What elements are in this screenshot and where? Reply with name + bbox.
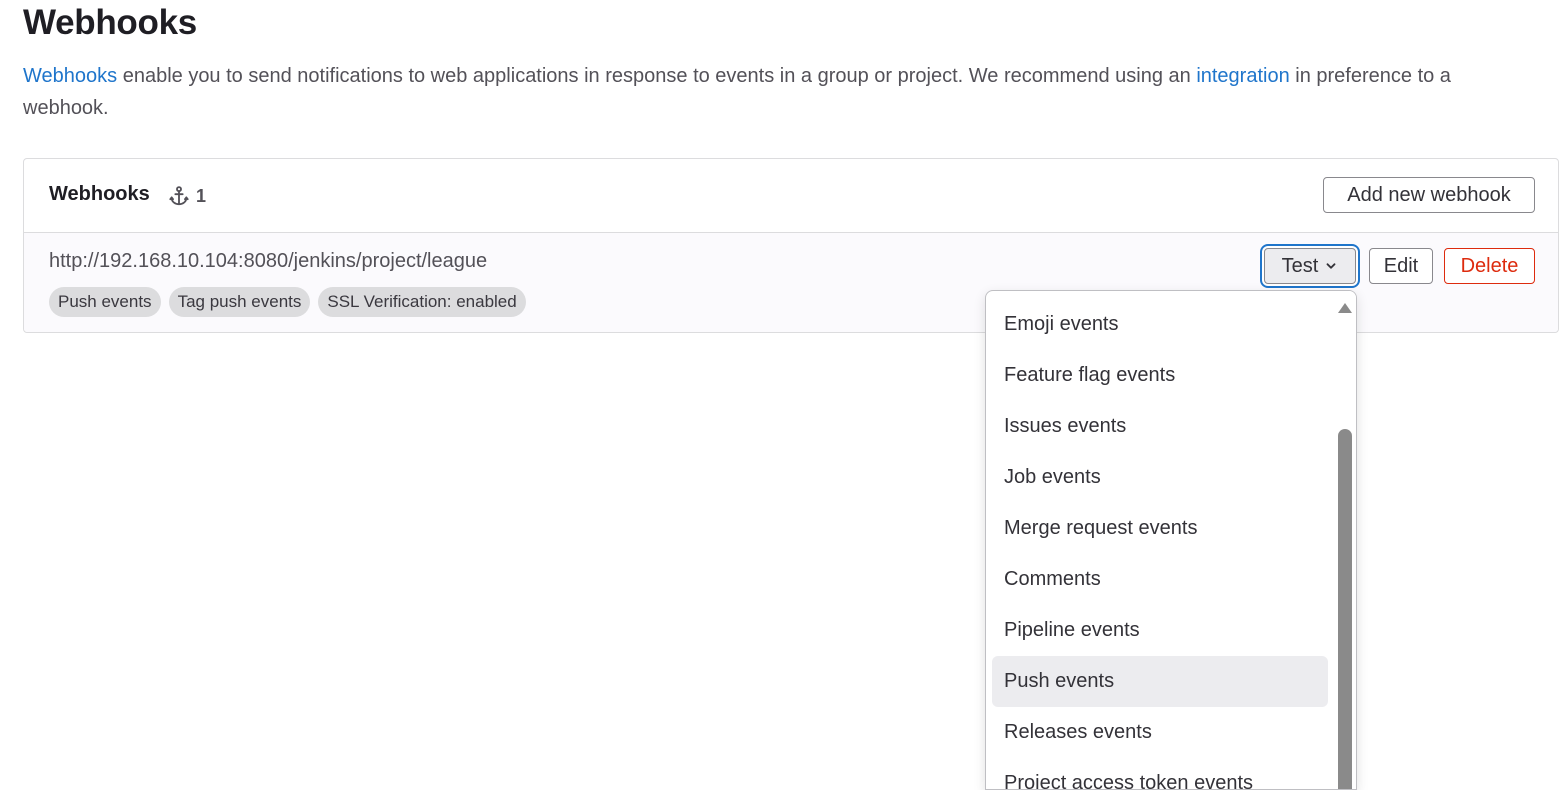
webhooks-count: 1: [168, 185, 206, 207]
test-events-dropdown: Emoji events Feature flag events Issues …: [985, 290, 1357, 790]
add-new-webhook-button[interactable]: Add new webhook: [1323, 177, 1535, 213]
tag-push-events-badge: Tag push events: [168, 287, 311, 317]
dropdown-item-job-events[interactable]: Job events: [992, 452, 1328, 503]
dropdown-item-project-access-token-events[interactable]: Project access token events: [992, 758, 1328, 789]
chevron-down-icon: [1326, 263, 1336, 269]
edit-webhook-button[interactable]: Edit: [1369, 248, 1433, 284]
page-title: Webhooks: [23, 3, 197, 42]
dropdown-item-push-events[interactable]: Push events: [992, 656, 1328, 707]
webhooks-count-value: 1: [196, 185, 207, 206]
test-webhook-button[interactable]: Test: [1264, 248, 1356, 284]
dropdown-item-releases-events[interactable]: Releases events: [992, 707, 1328, 758]
page-description: Webhooks enable you to send notification…: [23, 60, 1523, 124]
delete-webhook-button[interactable]: Delete: [1444, 248, 1535, 284]
webhooks-card-title: Webhooks: [49, 183, 150, 205]
dropdown-item-feature-flag-events[interactable]: Feature flag events: [992, 350, 1328, 401]
webhooks-card-header: Webhooks 1 Add new webhook: [24, 159, 1558, 233]
test-events-list: Emoji events Feature flag events Issues …: [986, 299, 1334, 789]
webhook-url: http://192.168.10.104:8080/jenkins/proje…: [49, 250, 488, 272]
test-button-label: Test: [1281, 254, 1319, 277]
ssl-verification-badge: SSL Verification: enabled: [318, 287, 526, 317]
dropdown-item-issues-events[interactable]: Issues events: [992, 401, 1328, 452]
dropdown-item-emoji-events[interactable]: Emoji events: [992, 299, 1328, 350]
scroll-up-arrow-icon[interactable]: [1338, 303, 1352, 313]
dropdown-item-merge-request-events[interactable]: Merge request events: [992, 503, 1328, 554]
dropdown-item-pipeline-events[interactable]: Pipeline events: [992, 605, 1328, 656]
integration-link[interactable]: integration: [1196, 65, 1289, 87]
dropdown-scrollbar[interactable]: [1335, 291, 1356, 789]
intro-text-part-1: enable you to send notifications to web …: [117, 65, 1197, 87]
webhooks-docs-link[interactable]: Webhooks: [23, 65, 117, 87]
push-events-badge: Push events: [49, 287, 161, 317]
webhook-anchor-icon: [169, 186, 189, 206]
dropdown-item-comments[interactable]: Comments: [992, 554, 1328, 605]
scrollbar-thumb[interactable]: [1338, 429, 1352, 789]
webhook-event-badges: Push events Tag push events SSL Verifica…: [49, 287, 526, 317]
